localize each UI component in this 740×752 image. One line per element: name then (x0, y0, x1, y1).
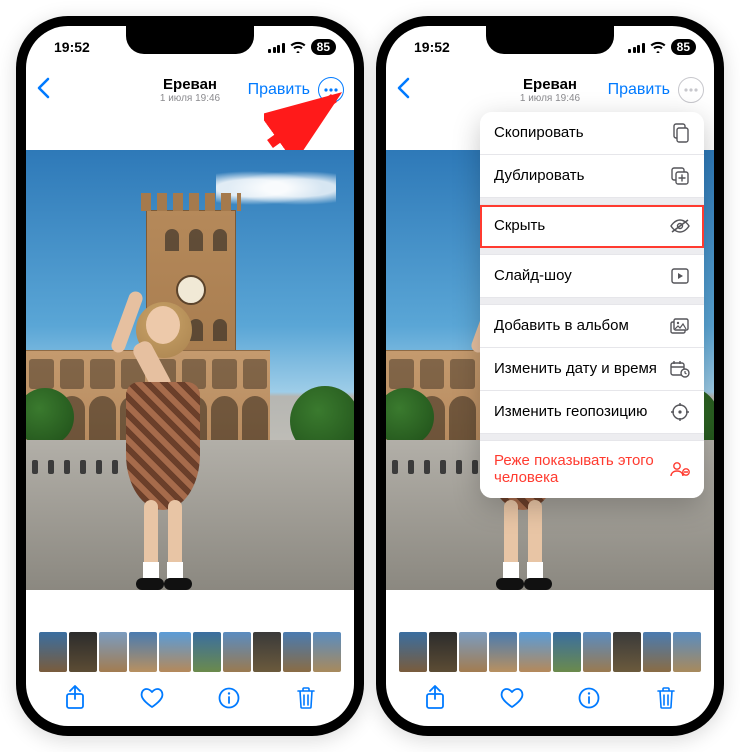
thumbnail[interactable] (553, 632, 581, 672)
thumbnail[interactable] (223, 632, 251, 672)
trash-icon[interactable] (291, 683, 321, 713)
iphone-frame-right: 19:52 85 Ереван 1 июля 19:46 (376, 16, 724, 736)
menu-separator (480, 248, 704, 255)
menu-separator (480, 298, 704, 305)
thumbnail-selected[interactable] (159, 632, 191, 672)
menu-label: Дублировать (494, 167, 584, 184)
menu-copy[interactable]: Скопировать (480, 112, 704, 155)
status-time: 19:52 (414, 39, 450, 55)
thumbnail[interactable] (39, 632, 67, 672)
thumbnail[interactable] (253, 632, 281, 672)
thumbnail[interactable] (583, 632, 611, 672)
more-actions-button[interactable] (318, 77, 344, 103)
thumbnail[interactable] (459, 632, 487, 672)
thumbnail-strip[interactable] (26, 628, 354, 676)
nav-bar: Ереван 1 июля 19:46 Править (26, 68, 354, 112)
album-icon (670, 316, 690, 336)
share-icon[interactable] (60, 683, 90, 713)
bottom-toolbar (26, 676, 354, 726)
info-icon[interactable] (574, 683, 604, 713)
menu-label: Добавить в альбом (494, 317, 629, 334)
wifi-icon (650, 41, 666, 53)
thumbnail-selected[interactable] (519, 632, 551, 672)
copy-icon (670, 123, 690, 143)
status-time: 19:52 (54, 39, 90, 55)
menu-feature-less[interactable]: Реже показывать этого человека (480, 441, 704, 498)
notch (486, 26, 614, 54)
trash-icon[interactable] (651, 683, 681, 713)
hide-icon (670, 216, 690, 236)
menu-adjust-location[interactable]: Изменить геопозицию (480, 391, 704, 434)
share-icon[interactable] (420, 683, 450, 713)
slideshow-icon (670, 266, 690, 286)
thumbnail-strip[interactable] (386, 628, 714, 676)
location-icon (670, 402, 690, 422)
back-button[interactable] (396, 77, 410, 104)
duplicate-icon (670, 166, 690, 186)
nav-bar: Ереван 1 июля 19:46 Править (386, 68, 714, 112)
thumbnail[interactable] (643, 632, 671, 672)
menu-label: Изменить дату и время (494, 360, 657, 377)
cellular-icon (268, 41, 285, 53)
thumbnail[interactable] (399, 632, 427, 672)
thumbnail[interactable] (429, 632, 457, 672)
battery-indicator: 85 (311, 39, 336, 55)
thumbnail[interactable] (283, 632, 311, 672)
menu-label: Скрыть (494, 217, 545, 234)
menu-add-to-album[interactable]: Добавить в альбом (480, 305, 704, 348)
menu-label: Скопировать (494, 124, 584, 141)
notch (126, 26, 254, 54)
more-actions-button[interactable] (678, 77, 704, 103)
cellular-icon (628, 41, 645, 53)
menu-duplicate[interactable]: Дублировать (480, 155, 704, 198)
thumbnail[interactable] (129, 632, 157, 672)
wifi-icon (290, 41, 306, 53)
thumbnail[interactable] (673, 632, 701, 672)
battery-indicator: 85 (671, 39, 696, 55)
iphone-frame-left: 19:52 85 Ереван 1 июля 19:46 (16, 16, 364, 736)
menu-slideshow[interactable]: Слайд-шоу (480, 255, 704, 298)
menu-label: Изменить геопозицию (494, 403, 647, 420)
thumbnail[interactable] (489, 632, 517, 672)
thumbnail[interactable] (313, 632, 341, 672)
info-icon[interactable] (214, 683, 244, 713)
photo-content (26, 150, 354, 590)
back-button[interactable] (36, 77, 50, 104)
bottom-toolbar (386, 676, 714, 726)
thumbnail[interactable] (69, 632, 97, 672)
thumbnail[interactable] (99, 632, 127, 672)
edit-button[interactable]: Править (248, 81, 310, 99)
favorite-icon[interactable] (497, 683, 527, 713)
menu-separator (480, 198, 704, 205)
favorite-icon[interactable] (137, 683, 167, 713)
thumbnail[interactable] (193, 632, 221, 672)
calendar-clock-icon (670, 359, 690, 379)
menu-label: Слайд-шоу (494, 267, 572, 284)
screen-left: 19:52 85 Ереван 1 июля 19:46 (26, 26, 354, 726)
actions-menu: Скопировать Дублировать Скрыть Слайд-шоу (480, 112, 704, 498)
screen-right: 19:52 85 Ереван 1 июля 19:46 (386, 26, 714, 726)
thumbnail[interactable] (613, 632, 641, 672)
menu-label: Реже показывать этого человека (494, 452, 670, 487)
menu-separator (480, 434, 704, 441)
photo-viewport[interactable] (26, 112, 354, 628)
menu-adjust-datetime[interactable]: Изменить дату и время (480, 348, 704, 391)
person-minus-icon (670, 459, 690, 479)
menu-hide[interactable]: Скрыть (480, 205, 704, 248)
edit-button[interactable]: Править (608, 81, 670, 99)
